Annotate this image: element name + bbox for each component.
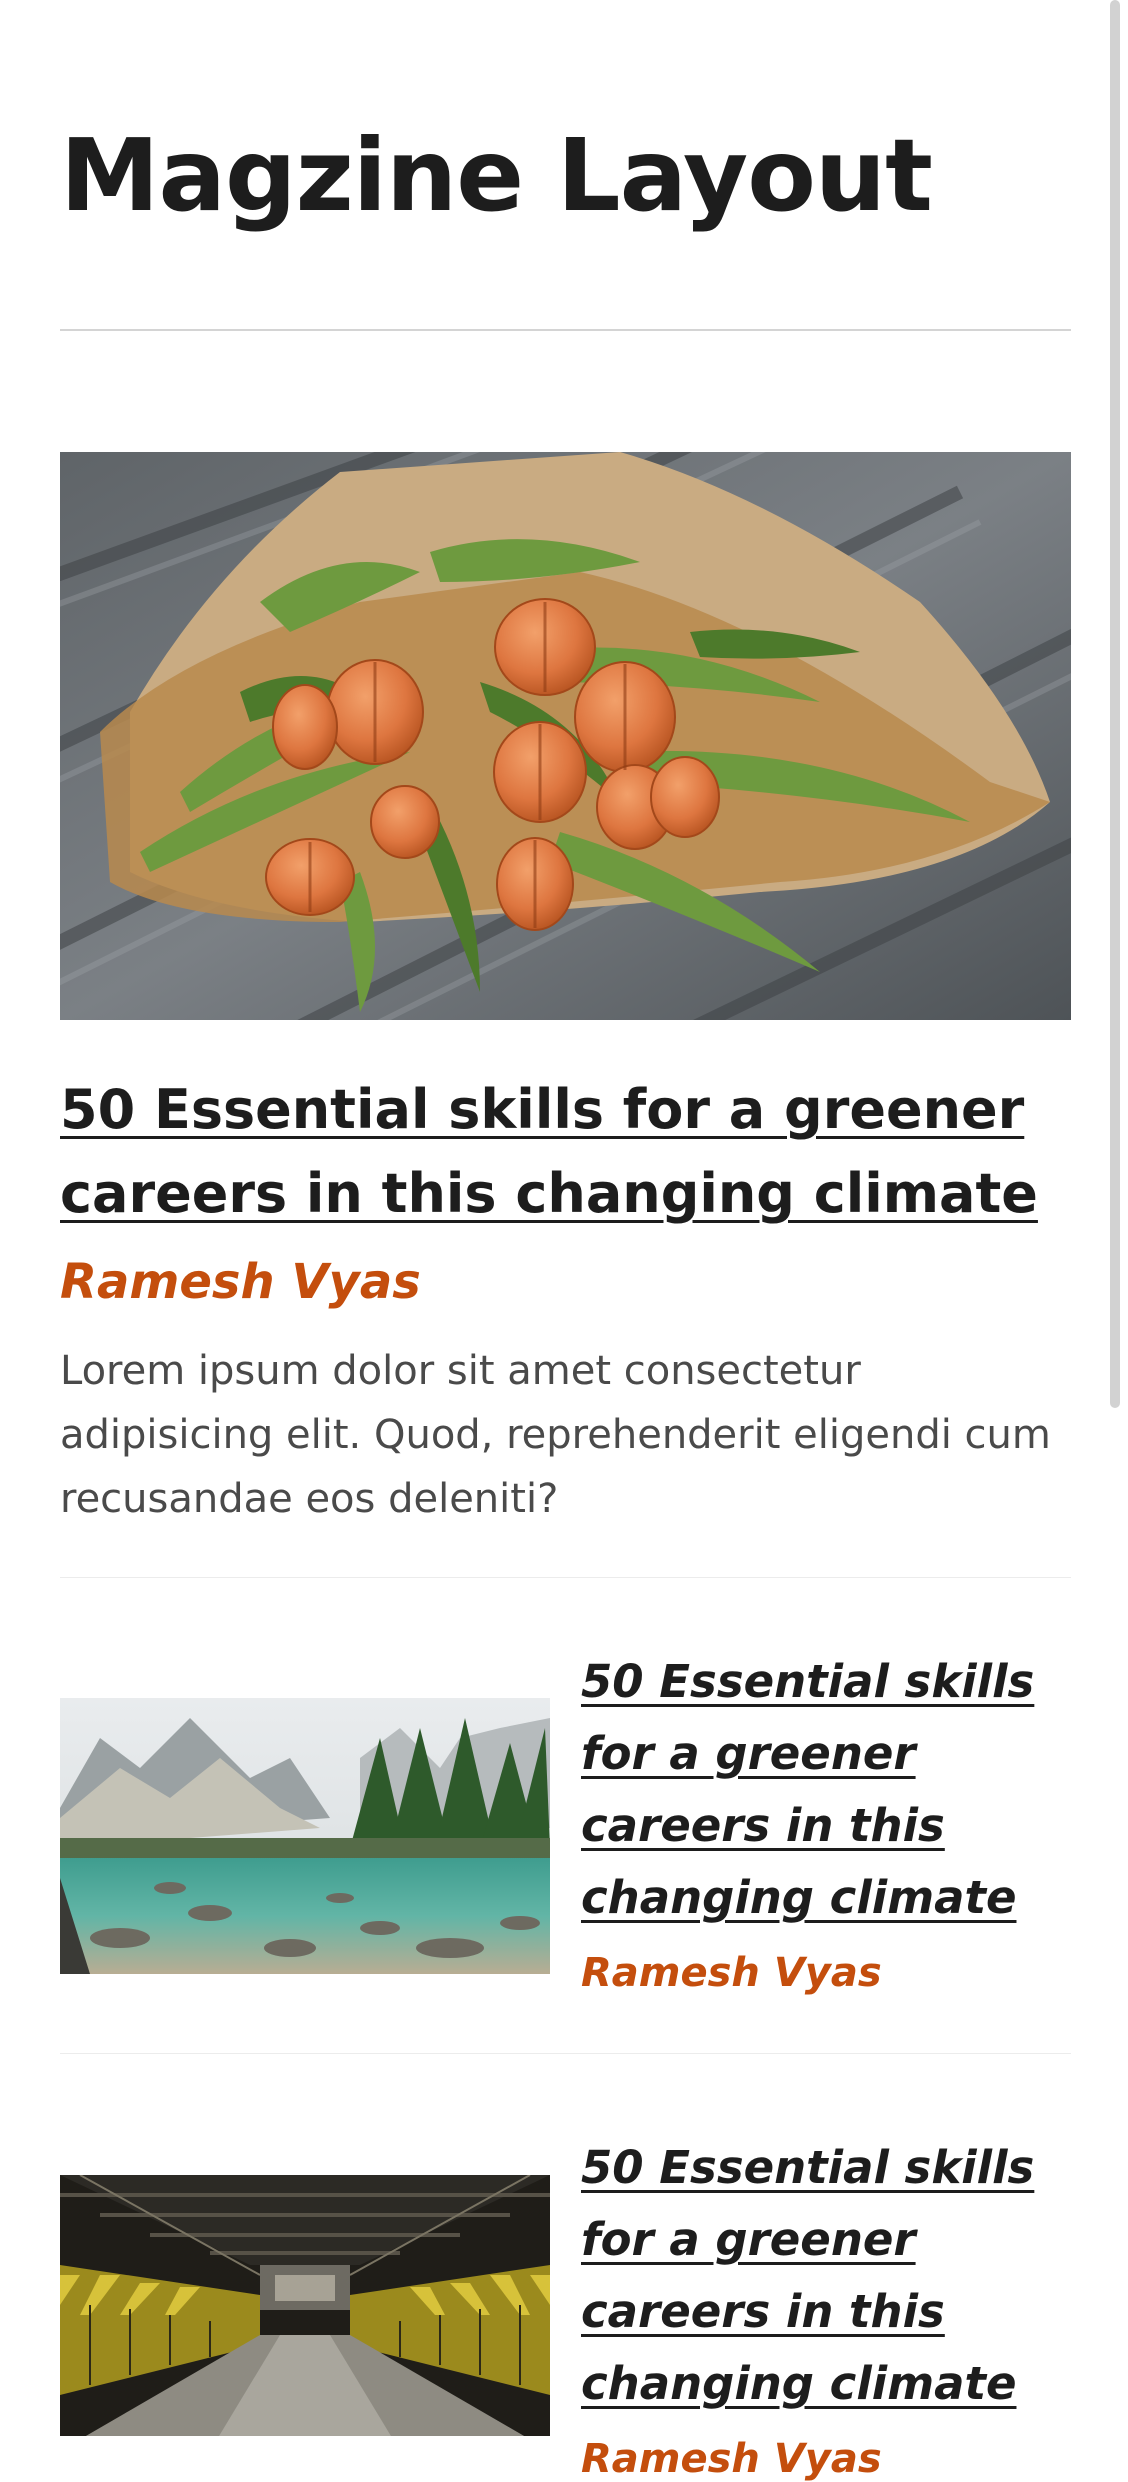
article-title[interactable]: 50 Essential skills for a greener career… [581, 1646, 1071, 1934]
featured-image-tulips[interactable] [60, 452, 1071, 1020]
featured-article-title[interactable]: 50 Essential skills for a greener career… [60, 1068, 1071, 1236]
article-divider [60, 2053, 1071, 2054]
title-divider [60, 329, 1071, 331]
article-author: Ramesh Vyas [581, 1950, 882, 1996]
article-image-mountain-lake[interactable] [60, 1698, 550, 1974]
featured-article-excerpt: Lorem ipsum dolor sit amet consectetur a… [60, 1348, 1051, 1522]
article-image-walkway-corridor[interactable] [60, 2175, 550, 2436]
vertical-scrollbar[interactable] [1110, 0, 1120, 1408]
article-title[interactable]: 50 Essential skills for a greener career… [581, 2132, 1071, 2420]
featured-article-author: Ramesh Vyas [60, 1254, 421, 1310]
page-title: Magzine Layout [60, 117, 933, 234]
article-author: Ramesh Vyas [581, 2436, 882, 2482]
article-divider [60, 1577, 1071, 1578]
